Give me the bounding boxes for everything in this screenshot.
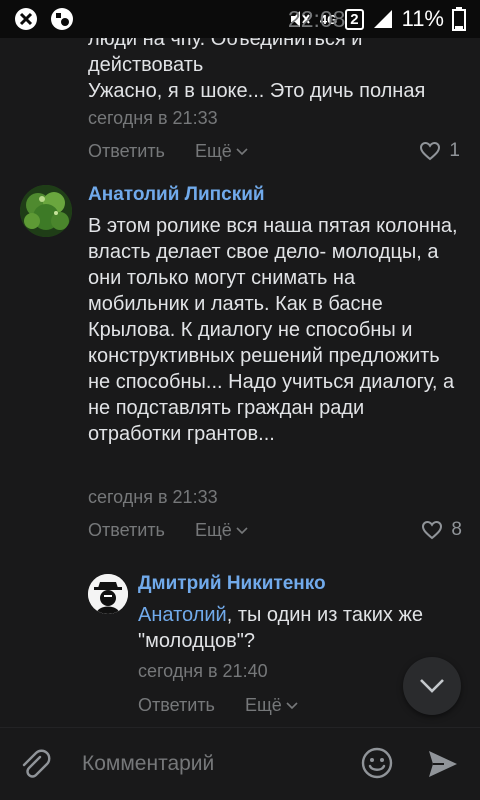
avatar-image — [88, 574, 128, 614]
avatar-image — [20, 185, 72, 237]
like-button[interactable]: 1 — [419, 140, 460, 162]
notification-app-icon — [15, 8, 37, 30]
clock: 22:08 — [287, 5, 346, 32]
avatar[interactable] — [88, 574, 128, 614]
comment-text: Анатолий, ты один из таких же "молодцов"… — [138, 602, 458, 654]
more-button[interactable]: Ещё — [245, 695, 298, 716]
reply-button[interactable]: Ответить — [88, 141, 165, 162]
status-bar: 4G 2 11% 22:08 — [0, 0, 480, 38]
comment-input[interactable] — [80, 745, 354, 783]
paperclip-icon[interactable] — [18, 748, 52, 782]
mention-link[interactable]: Анатолий — [138, 604, 227, 626]
chevron-down-icon — [420, 679, 444, 693]
chevron-down-icon — [236, 526, 248, 534]
heart-icon — [420, 141, 441, 161]
comment-actions: Ответить Ещё — [88, 520, 248, 541]
chevron-down-icon — [286, 701, 298, 709]
comment-time: сегодня в 21:40 — [138, 661, 268, 681]
like-button[interactable]: 8 — [421, 519, 462, 541]
reply-button[interactable]: Ответить — [88, 520, 165, 541]
comment: Анатолий Липский В этом ролике вся наша … — [0, 178, 480, 558]
comment-time: сегодня в 21:33 — [88, 108, 218, 128]
sim-badge: 2 — [345, 8, 364, 30]
comment-text-line: действовать — [88, 54, 204, 76]
comments-feed[interactable]: люди на чпу. Объединиться и действовать … — [0, 38, 480, 728]
more-label: Ещё — [194, 141, 232, 161]
battery-icon — [452, 7, 466, 31]
signal-icon — [373, 10, 392, 28]
more-button[interactable]: Ещё — [195, 141, 248, 162]
comment-author[interactable]: Анатолий Липский — [88, 184, 265, 206]
reply-button[interactable]: Ответить — [138, 695, 215, 716]
heart-icon — [422, 520, 443, 540]
comment-text-line: люди на чпу. Объединиться и — [88, 38, 363, 50]
comment-time: сегодня в 21:33 — [88, 487, 218, 507]
comment-author[interactable]: Дмитрий Никитенко — [138, 573, 326, 595]
notification-settings-icon — [51, 8, 73, 30]
comment-text: люди на чпу. Объединиться и действовать … — [88, 38, 468, 104]
like-count: 8 — [451, 519, 462, 540]
like-count: 1 — [449, 140, 460, 161]
comment-actions: Ответить Ещё — [88, 141, 248, 162]
comment-text-line: Ужасно, я в шоке... Это дичь полная — [88, 80, 426, 102]
emoji-icon[interactable] — [360, 746, 394, 780]
more-label: Ещё — [194, 520, 232, 540]
send-icon[interactable] — [426, 748, 460, 780]
comment-actions: Ответить Ещё — [138, 695, 298, 716]
battery-percent: 11% — [401, 6, 444, 31]
comment-reply: Дмитрий Никитенко Анатолий, ты один из т… — [0, 568, 480, 728]
comment-composer — [0, 727, 480, 800]
comment: люди на чпу. Объединиться и действовать … — [0, 38, 480, 178]
more-label: Ещё — [244, 695, 282, 715]
comment-text: В этом ролике вся наша пятая колонна, вл… — [88, 215, 458, 445]
more-button[interactable]: Ещё — [195, 520, 248, 541]
chevron-down-icon — [236, 147, 248, 155]
scroll-down-button[interactable] — [403, 657, 461, 715]
avatar[interactable] — [20, 185, 72, 237]
